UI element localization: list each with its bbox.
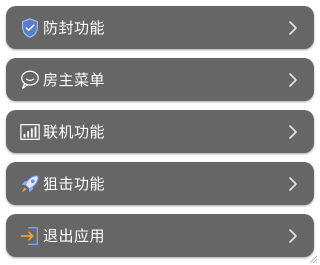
menu-panel: 防封功能 房主菜单 联机功能 狙击功能 退出应用 <box>0 0 320 265</box>
menu-item-label: 狙击功能 <box>43 175 106 193</box>
menu-item-label: 防封功能 <box>43 19 106 37</box>
chevron-right-icon <box>286 175 300 193</box>
menu-item-label: 联机功能 <box>43 123 106 141</box>
menu-item-host-menu[interactable]: 房主菜单 <box>6 58 314 101</box>
signal-icon <box>19 121 41 143</box>
chevron-right-icon <box>286 19 300 37</box>
menu-item-label: 退出应用 <box>43 227 106 245</box>
chevron-right-icon <box>286 71 300 89</box>
chevron-right-icon <box>286 227 300 245</box>
resize-grip-icon[interactable] <box>308 254 318 264</box>
rocket-icon <box>19 173 41 195</box>
exit-icon <box>19 225 41 247</box>
menu-item-online[interactable]: 联机功能 <box>6 110 314 153</box>
menu-item-sniper[interactable]: 狙击功能 <box>6 162 314 205</box>
chat-icon <box>19 69 41 91</box>
menu-item-label: 房主菜单 <box>43 71 106 89</box>
shield-icon <box>19 17 41 39</box>
menu-item-anti-ban[interactable]: 防封功能 <box>6 6 314 49</box>
chevron-right-icon <box>286 123 300 141</box>
menu-item-exit[interactable]: 退出应用 <box>6 214 314 257</box>
